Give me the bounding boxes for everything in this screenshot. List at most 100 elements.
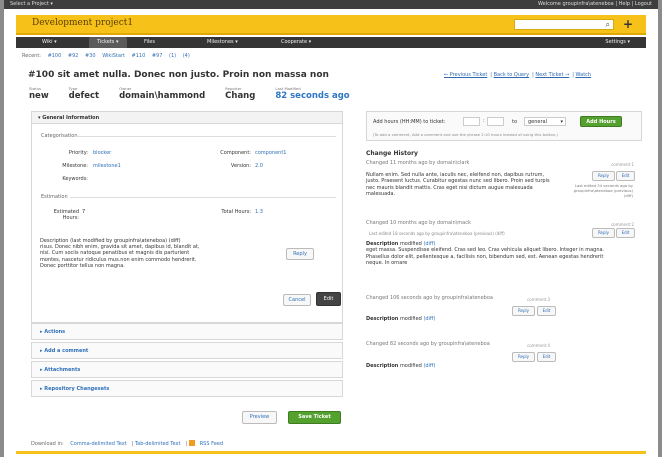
history-entry-head: Changed 106 seconds ago by groupinfra\at… xyxy=(366,295,493,301)
rss-icon xyxy=(188,440,195,446)
hours-input[interactable] xyxy=(463,117,480,126)
priority-value[interactable]: blocker xyxy=(93,150,111,156)
tsv-download-link[interactable]: Tab-delimited Text xyxy=(135,441,180,447)
history-entry-head: Changed 11 months ago by domain\clark xyxy=(366,160,470,166)
description-label: Description xyxy=(366,363,399,369)
project-title: Development project1 xyxy=(32,18,134,28)
next-ticket-link[interactable]: Next Ticket → xyxy=(535,72,569,78)
rss-feed-link[interactable]: RSS Feed xyxy=(200,441,223,447)
divider xyxy=(70,197,336,198)
description-meta[interactable]: (last modified by groupinfra\ateneboa) (… xyxy=(70,238,181,244)
actions-section[interactable]: ▸ Actions xyxy=(31,323,343,340)
add-icon[interactable]: + xyxy=(623,17,633,31)
history-comment-id[interactable]: comment:4 xyxy=(527,343,550,348)
description-text: risus. Donec nibh enim, gravida sit amet… xyxy=(40,244,200,269)
history-entry-text: Description modified (diff) eget massa. … xyxy=(366,241,614,266)
history-reply-button[interactable]: Reply xyxy=(592,171,615,181)
nav-cooperate[interactable]: Cooperate ▾ xyxy=(273,37,319,48)
attachments-section[interactable]: ▸ Attachments xyxy=(31,361,343,378)
history-edit-button[interactable]: Edit xyxy=(616,228,635,238)
add-hours-hint: (To add a comment, Add a comment and use… xyxy=(373,132,558,137)
hours-type-value: general xyxy=(528,119,548,125)
history-comment-id[interactable]: comment:3 xyxy=(527,297,550,302)
time-separator: : xyxy=(483,118,485,124)
divider xyxy=(76,136,336,137)
history-edit-note[interactable]: Last edited 18 seconds ago by groupinfra… xyxy=(369,231,505,236)
history-comment-id[interactable]: comment:2 xyxy=(611,222,634,227)
priority-label: Priority: xyxy=(68,150,88,156)
history-reply-button[interactable]: Reply xyxy=(592,228,615,238)
estimated-hours-value: 7 xyxy=(82,209,86,215)
nav-tickets[interactable]: Tickets ▾ xyxy=(89,37,127,48)
history-edit-button[interactable]: Edit xyxy=(537,352,556,362)
save-ticket-button[interactable]: Save Ticket xyxy=(288,411,341,424)
watch-link[interactable]: Watch xyxy=(576,72,592,78)
cancel-button[interactable]: Cancel xyxy=(283,294,311,306)
repository-changesets-section[interactable]: ▸ Repository Changesets xyxy=(31,380,343,397)
download-links: Download in: Comma-delimited Text | Tab-d… xyxy=(31,440,224,447)
history-entry-text: Nullam enim. Sed nulla ante, iaculis nec… xyxy=(366,172,550,197)
owner-value: domain\hammond xyxy=(119,91,206,101)
modified-label: modified xyxy=(399,363,422,369)
description-label: Description xyxy=(40,238,69,244)
last-modified-meta: Last Modified 82 seconds ago xyxy=(275,86,349,101)
recent-link[interactable]: (4) xyxy=(183,53,190,59)
recent-link[interactable]: (1) xyxy=(169,53,176,59)
add-hours-button[interactable]: Add Hours xyxy=(580,116,622,127)
preview-button[interactable]: Preview xyxy=(242,411,277,424)
previous-ticket-link[interactable]: ← Previous Ticket xyxy=(444,72,487,78)
component-value[interactable]: component1 xyxy=(255,150,286,156)
type-meta: Type defect xyxy=(69,86,99,101)
back-to-query-link[interactable]: Back to Query xyxy=(494,72,530,78)
recent-link[interactable]: #110 xyxy=(132,53,146,59)
description-block: Description (last modified by groupinfra… xyxy=(40,238,205,269)
to-label: to xyxy=(512,119,518,125)
project-selector[interactable]: Select a Project ▾ xyxy=(10,1,53,7)
nav-files[interactable]: Files xyxy=(136,37,163,48)
search-icon[interactable]: ⌕ xyxy=(606,20,610,30)
search-input[interactable] xyxy=(514,19,614,30)
history-reply-button[interactable]: Reply xyxy=(512,306,535,316)
recent-link[interactable]: #97 xyxy=(152,53,163,59)
last-modified-value: 82 seconds ago xyxy=(275,91,350,101)
top-bar: Select a Project ▾ Welcome groupinfra\at… xyxy=(4,0,658,9)
history-edit-button[interactable]: Edit xyxy=(537,306,556,316)
history-comment-id[interactable]: comment:1 xyxy=(611,162,634,167)
modified-label: modified xyxy=(399,316,422,322)
version-label: Version: xyxy=(230,163,251,169)
description-reply-button[interactable]: Reply xyxy=(286,248,314,260)
recent-link[interactable]: #30 xyxy=(85,53,96,59)
status-value: new xyxy=(29,91,49,101)
version-value[interactable]: 2.0 xyxy=(255,163,263,169)
history-edit-note[interactable]: Last edited 34 seconds ago by groupinfra… xyxy=(573,183,633,198)
milestone-value[interactable]: milestone1 xyxy=(93,163,121,169)
diff-link[interactable]: (diff) xyxy=(423,316,435,322)
nav-wiki[interactable]: Wiki ▾ xyxy=(34,37,65,48)
history-edit-button[interactable]: Edit xyxy=(616,171,635,181)
recent-link[interactable]: #92 xyxy=(68,53,79,59)
nav-milestones[interactable]: Milestones ▾ xyxy=(199,37,246,48)
diff-link[interactable]: (diff) xyxy=(423,363,435,369)
estimated-hours-label: Estimated Hours: xyxy=(53,209,79,221)
recent-link[interactable]: WikiStart xyxy=(102,53,125,59)
history-entry-head: Changed 10 months ago by domain\mack xyxy=(366,220,471,226)
minutes-input[interactable] xyxy=(487,117,504,126)
history-reply-button[interactable]: Reply xyxy=(512,352,535,362)
chevron-down-icon: ▾ xyxy=(560,119,563,125)
history-entry-head: Changed 82 seconds ago by groupinfra\ate… xyxy=(366,341,490,347)
history-entry-text: Description modified (diff) xyxy=(366,316,435,322)
csv-download-link[interactable]: Comma-delimited Text xyxy=(70,441,126,447)
user-links[interactable]: Welcome groupinfra\ateneboa | Help | Log… xyxy=(538,0,652,9)
reporter-value: Chang xyxy=(225,91,256,101)
recent-label: Recent: xyxy=(22,53,41,59)
general-information-panel: ▾ General Information Categorisation Pri… xyxy=(31,111,343,323)
edit-button[interactable]: Edit xyxy=(316,292,341,306)
owner-meta: Owner domain\hammond xyxy=(119,86,205,101)
nav-settings[interactable]: Settings ▾ xyxy=(597,37,638,48)
application-shell: Select a Project ▾ Welcome groupinfra\at… xyxy=(0,0,662,457)
hours-type-select[interactable]: general ▾ xyxy=(524,117,566,126)
general-information-header[interactable]: ▾ General Information xyxy=(32,112,342,124)
recent-link[interactable]: #100 xyxy=(48,53,62,59)
diff-link[interactable]: (diff) xyxy=(423,241,435,247)
add-comment-section[interactable]: ▸ Add a comment xyxy=(31,342,343,359)
